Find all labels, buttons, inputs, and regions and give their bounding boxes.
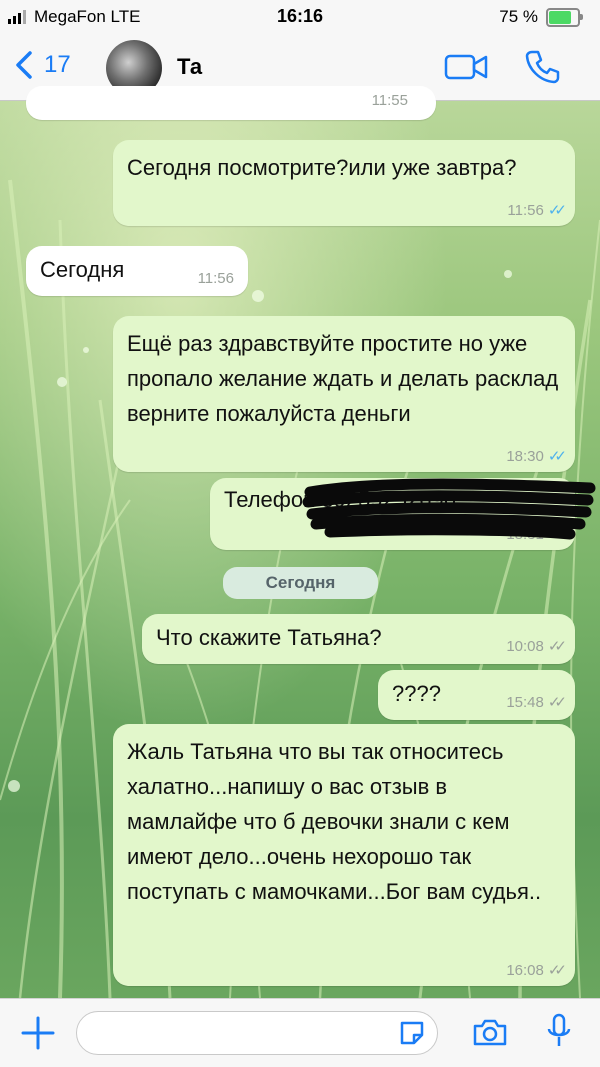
battery-icon xyxy=(546,7,583,27)
message-meta: 18:30 ✓✓ xyxy=(506,448,567,466)
plus-icon[interactable] xyxy=(20,1015,56,1051)
message-bubble-outgoing[interactable]: ???? 15:48 ✓✓ xyxy=(378,670,575,720)
message-meta: 15:48 ✓✓ xyxy=(506,694,567,712)
message-meta: 10:08 ✓✓ xyxy=(506,638,567,656)
message-text: ???? xyxy=(392,681,441,706)
video-call-icon[interactable] xyxy=(444,52,488,82)
message-time: 16:08 xyxy=(506,962,544,979)
message-text: Сегодня xyxy=(40,257,125,282)
contact-name[interactable]: Та xyxy=(177,54,202,80)
back-chevron-icon xyxy=(16,51,32,79)
delivered-ticks-icon: ✓✓ xyxy=(547,638,567,655)
message-text: Ещё раз здравствуйте простите но уже про… xyxy=(127,331,559,426)
message-bubble-outgoing[interactable]: Что скажите Татьяна? 10:08 ✓✓ xyxy=(142,614,575,664)
message-input[interactable] xyxy=(76,1011,438,1055)
message-bubble-outgoing[interactable]: Ещё раз здравствуйте простите но уже про… xyxy=(113,316,575,472)
message-bubble-incoming[interactable]: 11:55 xyxy=(26,86,436,120)
delivered-ticks-icon: ✓✓ xyxy=(547,694,567,711)
unread-count: 17 xyxy=(44,51,71,78)
message-time: 15:48 xyxy=(506,694,544,711)
date-separator: Сегодня xyxy=(223,567,378,599)
delivered-ticks-icon: ✓✓ xyxy=(547,962,567,979)
message-time: 11:56 xyxy=(197,270,234,287)
redaction-scribble xyxy=(302,478,596,540)
phone-icon[interactable] xyxy=(524,48,560,84)
battery-indicator: 75 % xyxy=(499,7,583,27)
message-time: 11:55 xyxy=(371,92,408,109)
read-ticks-icon: ✓✓ xyxy=(547,448,567,465)
message-bubble-outgoing[interactable]: Жаль Татьяна что вы так относитесь халат… xyxy=(113,724,575,986)
message-input-bar xyxy=(0,998,600,1067)
camera-icon[interactable] xyxy=(472,1017,508,1047)
sticker-icon[interactable] xyxy=(398,1019,426,1047)
message-meta: 11:56 xyxy=(198,270,234,288)
back-button[interactable]: 17 xyxy=(14,50,71,80)
message-time: 11:56 xyxy=(507,202,544,219)
message-bubble-outgoing[interactable]: Сегодня посмотрите?или уже завтра? 11:56… xyxy=(113,140,575,226)
message-text: Что скажите Татьяна? xyxy=(156,625,382,650)
message-time: 18:30 xyxy=(506,448,544,465)
battery-percent: 75 % xyxy=(499,7,538,26)
message-time: 10:08 xyxy=(506,638,544,655)
microphone-icon[interactable] xyxy=(546,1013,572,1051)
message-meta: 11:56 ✓✓ xyxy=(507,202,567,220)
message-text: Жаль Татьяна что вы так относитесь халат… xyxy=(127,739,542,904)
message-text: Сегодня посмотрите?или уже завтра? xyxy=(127,155,517,180)
message-meta: 16:08 ✓✓ xyxy=(506,962,567,980)
message-bubble-incoming[interactable]: Сегодня 11:56 xyxy=(26,246,248,296)
read-ticks-icon: ✓✓ xyxy=(547,202,567,219)
status-bar: MegaFon LTE 16:16 75 % xyxy=(0,0,600,34)
